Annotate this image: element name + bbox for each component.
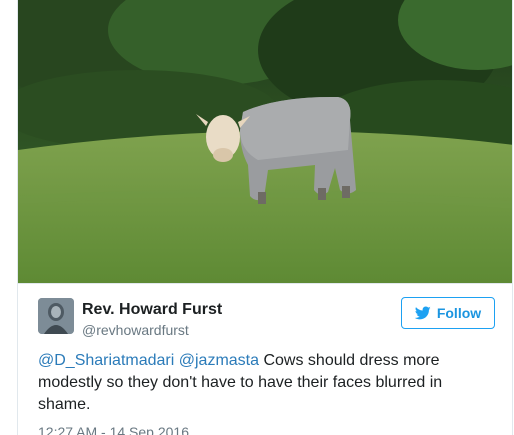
avatar-image	[38, 298, 74, 334]
bird-icon	[414, 306, 431, 320]
follow-label: Follow	[436, 305, 482, 321]
mention-link[interactable]: @D_Shariatmadari	[38, 352, 174, 369]
author-handle[interactable]: @revhowardfurst	[82, 322, 189, 338]
divider	[18, 283, 512, 284]
follow-button[interactable]: Follow	[401, 297, 495, 329]
tweet-photo[interactable]	[18, 0, 512, 283]
tweet-text: @D_Shariatmadari @jazmasta Cows should d…	[38, 350, 478, 416]
tweet-timestamp[interactable]: 12:27 AM - 14 Sep 2016	[38, 424, 189, 435]
tweet-card: Rev. Howard Furst @revhowardfurst Follow…	[17, 0, 513, 435]
cow-in-sweater-image	[18, 0, 512, 283]
author-name[interactable]: Rev. Howard Furst	[82, 301, 222, 319]
mention-link[interactable]: @jazmasta	[179, 352, 259, 369]
author-avatar[interactable]	[38, 298, 74, 334]
